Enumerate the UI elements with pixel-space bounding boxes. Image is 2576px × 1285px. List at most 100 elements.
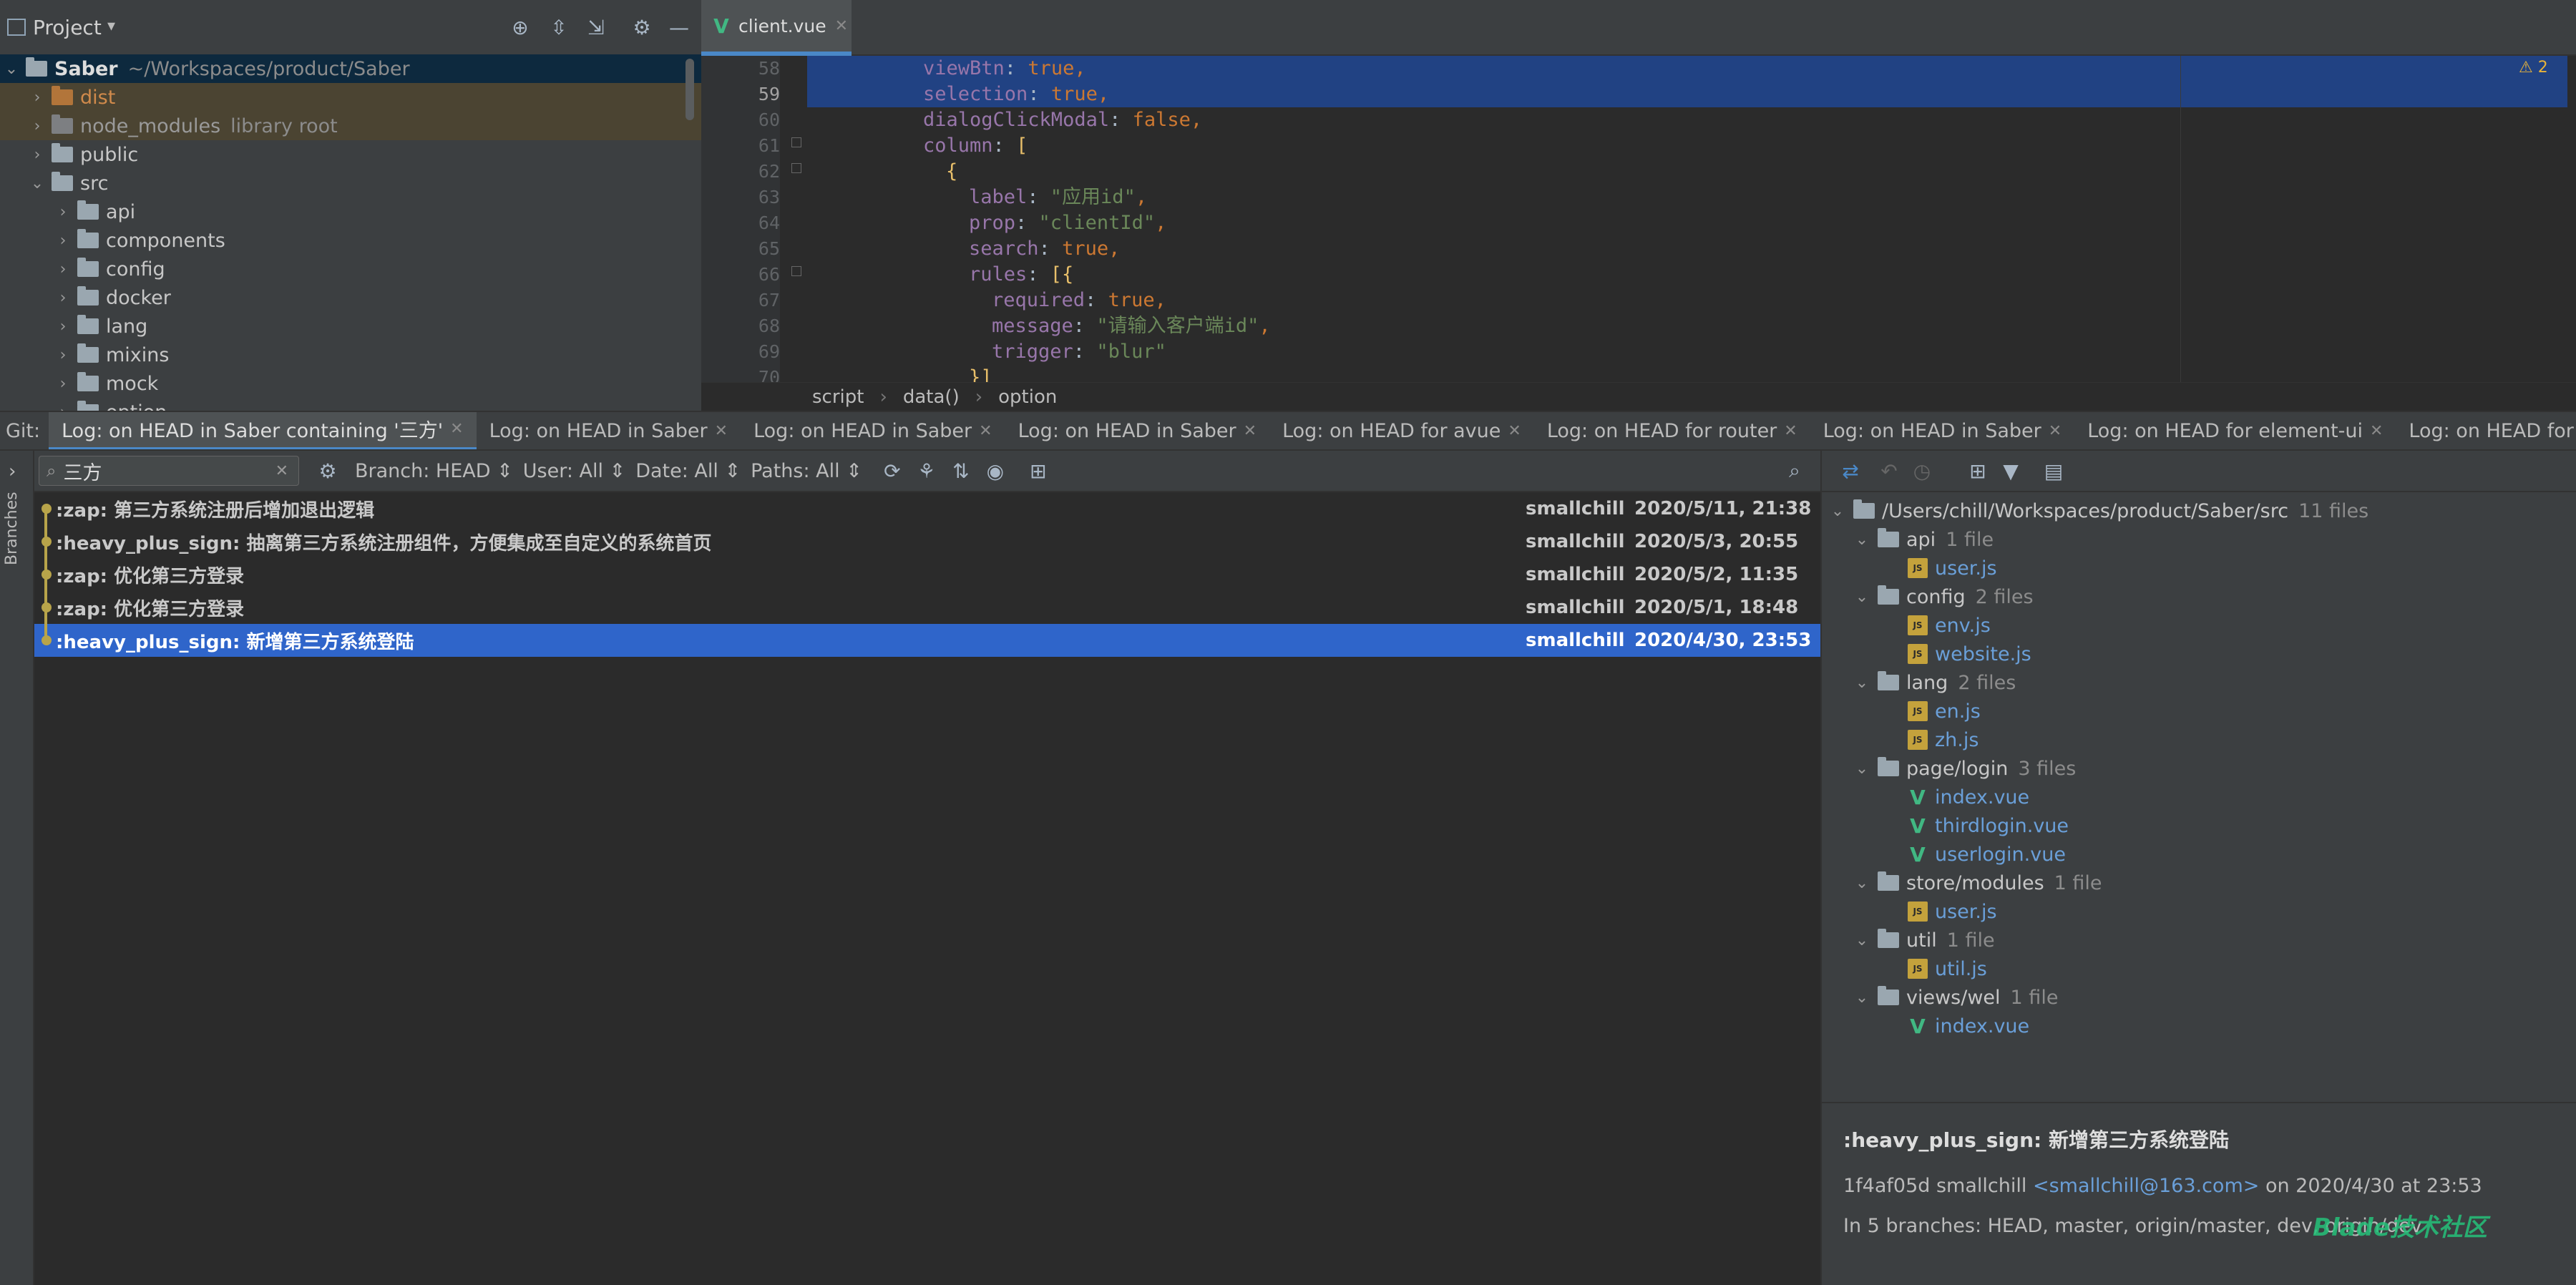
tree-row[interactable]: › api (0, 197, 701, 226)
group-by-icon[interactable]: ⊞ (1965, 459, 1991, 483)
gear-icon[interactable]: ⚙ (315, 459, 341, 483)
paths-filter[interactable]: Paths: All ⇕ (751, 460, 862, 482)
commit-row-selected[interactable]: :heavy_plus_sign: 新增第三方系统登陆 smallchill 2… (34, 624, 1820, 657)
tree-row[interactable]: › config (0, 255, 701, 283)
layout-icon[interactable]: ▤ (2041, 459, 2067, 483)
eye-icon[interactable]: ◉ (982, 459, 1008, 483)
git-tab[interactable]: Log: on HEAD in Saber ✕ (1810, 412, 2075, 449)
breadcrumb-item[interactable]: data() (903, 386, 960, 408)
changed-file[interactable]: JS env.js (1908, 611, 1991, 640)
changed-file[interactable]: JS user.js (1908, 554, 1997, 582)
chevron-right-icon[interactable]: › (54, 375, 72, 393)
tree-row-root[interactable]: ⌄ Saber ~/Workspaces/product/Saber (0, 54, 701, 83)
chevron-right-icon[interactable]: › (54, 232, 72, 250)
cherry-pick-icon[interactable]: ⚘ (914, 459, 940, 483)
changed-file[interactable]: V index.vue (1908, 783, 2029, 811)
minimize-icon[interactable]: — (668, 17, 690, 39)
changed-file[interactable]: JS user.js (1908, 897, 1997, 926)
date-filter[interactable]: Date: All ⇕ (635, 460, 741, 482)
close-icon[interactable]: ✕ (2049, 422, 2062, 440)
chevron-right-icon[interactable]: › (54, 318, 72, 336)
clear-icon[interactable]: ✕ (275, 462, 288, 480)
tree-row[interactable]: › components (0, 226, 701, 255)
close-icon[interactable]: ✕ (1244, 422, 1257, 440)
chevron-down-icon[interactable]: ⌄ (3, 60, 20, 78)
commit-row[interactable]: :zap: 第三方系统注册后增加退出逻辑 smallchill 2020/5/1… (34, 492, 1820, 525)
chevron-down-icon[interactable]: ⌄ (1828, 502, 1848, 520)
close-icon[interactable]: ✕ (1784, 422, 1797, 440)
breadcrumb-item[interactable]: script (812, 386, 864, 408)
commit-row[interactable]: :zap: 优化第三方登录 smallchill 2020/5/1, 18:48 (34, 591, 1820, 624)
chevron-down-icon[interactable]: ⌄ (1852, 760, 1872, 778)
branches-toggle[interactable]: Branches (3, 492, 21, 565)
git-tab[interactable]: Log: on HEAD in Saber ✕ (741, 412, 1005, 449)
breadcrumb-item[interactable]: option (998, 386, 1057, 408)
tree-row[interactable]: › mixins (0, 341, 701, 369)
fold-marker[interactable] (791, 163, 801, 173)
changes-root[interactable]: ⌄ /Users/chill/Workspaces/product/Saber/… (1828, 497, 2368, 525)
code-editor[interactable]: 58 59 60 61 62 63 64 65 66 67 68 69 70 ⚠… (701, 56, 2576, 382)
close-icon[interactable]: ✕ (450, 420, 463, 438)
search-icon[interactable]: ⌕ (1782, 459, 1807, 483)
project-title[interactable]: Project (33, 16, 102, 39)
tree-row[interactable]: › option (0, 398, 701, 411)
chevron-right-icon[interactable]: › (29, 117, 46, 135)
project-scrollbar[interactable] (686, 59, 694, 120)
locate-icon[interactable]: ⊕ (509, 17, 531, 39)
refresh-icon[interactable]: ⟳ (879, 459, 905, 483)
chevron-down-icon[interactable]: ⌄ (1852, 989, 1872, 1007)
git-tab[interactable]: Log: on HEAD for avue ✕ (1269, 412, 1534, 449)
chevron-right-icon[interactable]: › (54, 346, 72, 364)
close-icon[interactable]: ✕ (1508, 422, 1521, 440)
commit-row[interactable]: :heavy_plus_sign: 抽离第三方系统注册组件，方便集成至自定义的系… (34, 525, 1820, 558)
commit-row[interactable]: :zap: 优化第三方登录 smallchill 2020/5/2, 11:35 (34, 558, 1820, 591)
tree-row[interactable]: › mock (0, 369, 701, 398)
git-tab[interactable]: Log: on HEAD in Saber ✕ (1005, 412, 1270, 449)
changes-dir[interactable]: ⌄ lang 2 files (1852, 668, 2016, 697)
git-tab[interactable]: Log: on HEAD for element-ui ✕ (2074, 412, 2396, 449)
gear-icon[interactable]: ⚙ (631, 17, 653, 39)
fold-marker[interactable] (791, 137, 801, 147)
chevron-down-icon[interactable]: ⌄ (1852, 932, 1872, 949)
changed-file[interactable]: V userlogin.vue (1908, 840, 2066, 869)
changed-file[interactable]: JS en.js (1908, 697, 1981, 725)
git-tab[interactable]: Log: on HEAD in Saber containing '三方' ✕ (49, 412, 477, 449)
expand-all-icon[interactable]: ⇳ (548, 17, 570, 39)
author-email-link[interactable]: <smallchill@163.com> (2033, 1175, 2259, 1197)
changed-file[interactable]: JS util.js (1908, 954, 1987, 983)
changes-dir[interactable]: ⌄ page/login 3 files (1852, 754, 2076, 783)
changes-dir[interactable]: ⌄ views/wel 1 file (1852, 983, 2058, 1012)
tree-row[interactable]: › docker (0, 283, 701, 312)
warning-badge[interactable]: ⚠ 2 (2519, 59, 2569, 80)
history-icon[interactable]: ◷ (1909, 459, 1935, 483)
tree-row[interactable]: › dist (0, 83, 701, 112)
close-icon[interactable]: ✕ (2370, 422, 2383, 440)
tree-row[interactable]: ⌄ src (0, 169, 701, 197)
chevron-right-icon[interactable]: › (9, 461, 16, 482)
chevron-right-icon[interactable]: › (54, 289, 72, 307)
chevron-right-icon[interactable]: › (54, 260, 72, 278)
chevron-down-icon[interactable]: ⌄ (29, 175, 46, 192)
close-icon[interactable]: ✕ (979, 422, 992, 440)
git-tab[interactable]: Log: on HEAD for router ✕ (1534, 412, 1810, 449)
close-icon[interactable]: ✕ (715, 422, 728, 440)
changes-dir[interactable]: ⌄ api 1 file (1852, 525, 1994, 554)
tree-row[interactable]: › lang (0, 312, 701, 341)
changes-dir[interactable]: ⌄ store/modules 1 file (1852, 869, 2102, 897)
branch-filter[interactable]: Branch: HEAD ⇕ (355, 460, 513, 482)
chevron-right-icon[interactable]: › (29, 89, 46, 107)
changed-file[interactable]: JS zh.js (1908, 725, 1979, 754)
changes-dir[interactable]: ⌄ config 2 files (1852, 582, 2034, 611)
fold-marker[interactable] (791, 266, 801, 276)
log-search-input[interactable]: ⌕ 三方 ✕ (39, 456, 299, 486)
chevron-down-icon[interactable]: ⌄ (1852, 674, 1872, 692)
chevron-right-icon[interactable]: › (29, 146, 46, 164)
user-filter[interactable]: User: All ⇕ (523, 460, 625, 482)
tree-row[interactable]: › public (0, 140, 701, 169)
project-view-icon[interactable] (7, 19, 26, 36)
editor-tab-client-vue[interactable]: V client.vue ✕ (701, 0, 852, 56)
git-tab[interactable]: Log: on HEAD for styles (2396, 412, 2576, 449)
new-tab-icon[interactable]: ⊞ (1025, 459, 1051, 483)
sort-icon[interactable]: ⇅ (948, 459, 974, 483)
filter-icon[interactable]: ▼ (1998, 459, 2024, 483)
